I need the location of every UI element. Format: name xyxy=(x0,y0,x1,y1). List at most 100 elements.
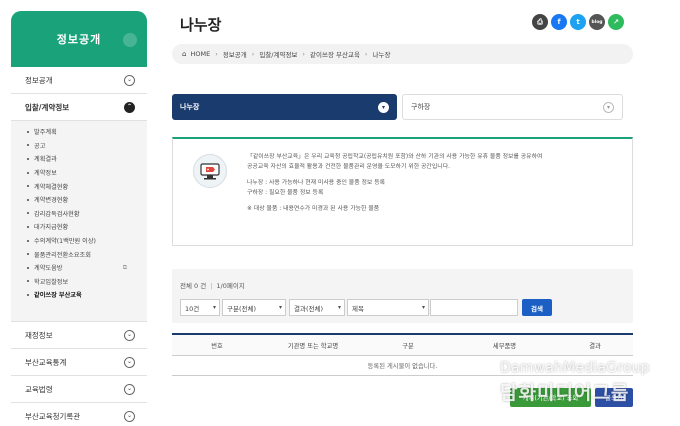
search-panel: 전체 0 건 | 1/0페이지 10건 ▾ 구분(전체) ▾ 결과(전체) ▾ 제목 ▾ 검… xyxy=(172,269,633,323)
watermark-text: 담화미디어그룹 xyxy=(500,382,630,404)
column-header: 결과 xyxy=(589,342,601,350)
chevron-down-icon: ⌄ xyxy=(124,383,135,395)
info-line: 공공교육 자산의 효율적 활용과 건전한 물품관리 운영을 도모하기 위한 공간… xyxy=(247,164,450,170)
submenu-label: 같이쓰장 부산교육 xyxy=(34,292,82,300)
page-title: 나누장 xyxy=(180,16,222,34)
external-link-icon: ⧉ xyxy=(122,263,127,271)
select-value: 구분(전체) xyxy=(227,304,256,313)
share-toolbar: ⎙ f t blog ↗ xyxy=(532,14,624,30)
sidebar-item-archive[interactable]: 부산교육청기록관 ⌄ xyxy=(11,403,147,426)
twitter-icon[interactable]: t xyxy=(570,14,586,30)
submenu-item-plan-result[interactable]: 계획결과 xyxy=(11,152,147,166)
bullet-icon xyxy=(27,185,29,188)
total-count: 전체 0 건 xyxy=(180,282,207,290)
submenu-item-contract-help[interactable]: 계약도움방 ⧉ xyxy=(11,261,147,275)
tab-share[interactable]: 나누장 ▾ xyxy=(172,94,397,120)
chevron-down-icon: ▾ xyxy=(212,304,216,311)
column-header: 기관명 또는 학교명 xyxy=(287,342,339,350)
submenu-label: 감리감독검사현황 xyxy=(34,210,80,218)
category-select[interactable]: 구분(전체) ▾ xyxy=(222,299,286,316)
chevron-down-icon: ▾ xyxy=(421,304,425,311)
chevron-down-icon: ⌄ xyxy=(124,74,135,86)
submenu-item-payment[interactable]: 대가지급현황 xyxy=(11,220,147,234)
breadcrumb-current[interactable]: 나누장 xyxy=(373,49,391,59)
submenu-label: 수의계약(1백만원 이상) xyxy=(34,238,96,246)
tab-label: 구하장 xyxy=(411,103,431,111)
search-field-select[interactable]: 제목 ▾ xyxy=(347,299,429,316)
sidebar-item-bid-contract[interactable]: 입찰/계약정보 ⌃ xyxy=(11,94,147,121)
table-header: 번호 기관명 또는 학교명 구분 세부품명 결과 xyxy=(172,333,633,356)
bullet-icon xyxy=(27,130,29,133)
sidebar-title: 정보공개 xyxy=(56,33,102,46)
page-indicator: 1/0페이지 xyxy=(216,282,245,290)
breadcrumb-item[interactable]: 정보공개 xyxy=(223,49,247,59)
submenu-label: 계획결과 xyxy=(34,156,57,164)
bullet-icon xyxy=(27,144,29,147)
submenu-item-notice[interactable]: 공고 xyxy=(11,139,147,153)
sidebar-item-law[interactable]: 교육법령 ⌄ xyxy=(11,376,147,403)
sidebar: 정보공개 정보공개 ⌄ 입찰/계약정보 ⌃ 발주계획 공고 계획결과 계약정보 … xyxy=(11,11,147,426)
info-line: 「같이쓰장 부산교육」은 우리 교육청 공립학교(공립유치원 포함)와 산하 기… xyxy=(247,154,543,160)
bullet-icon xyxy=(27,198,29,201)
select-value: 제목 xyxy=(352,304,364,313)
submenu-item-school-bid[interactable]: 학교입찰정보 xyxy=(11,275,147,289)
submenu-item-inspection[interactable]: 감리감독검사현황 xyxy=(11,207,147,221)
breadcrumb-home[interactable]: HOME xyxy=(190,50,210,58)
column-header: 구분 xyxy=(402,342,414,350)
submenu-item-order-plan[interactable]: 발주계획 xyxy=(11,125,147,139)
search-input[interactable] xyxy=(430,299,518,316)
chevron-down-icon: ▾ xyxy=(603,101,614,113)
chevron-down-icon: ⌄ xyxy=(124,329,135,341)
info-note: ※ 대상 물품 : 내용연수가 미경과 된 사용 가능한 물품 xyxy=(247,206,380,212)
breadcrumb-item[interactable]: 입찰/계약정보 xyxy=(259,49,297,59)
chevron-down-icon: ⌄ xyxy=(124,356,135,368)
column-header: 번호 xyxy=(211,342,223,350)
submenu-item-goods-transfer[interactable]: 물품관리전환소요조회 xyxy=(11,247,147,261)
sidebar-header: 정보공개 xyxy=(11,11,147,67)
submenu-item-private-contract[interactable]: 수의계약(1백만원 이상) xyxy=(11,234,147,248)
submenu-label: 계약체결현황 xyxy=(34,183,69,191)
search-button[interactable]: 검색 xyxy=(522,299,552,316)
select-value: 10건 xyxy=(185,304,200,313)
facebook-icon[interactable]: f xyxy=(551,14,567,30)
sidebar-item-statistics[interactable]: 부산교육통계 ⌄ xyxy=(11,349,147,376)
submenu-label: 대가지급현황 xyxy=(34,224,69,232)
result-count: 전체 0 건 | 1/0페이지 xyxy=(180,282,245,290)
breadcrumb-item[interactable]: 같이쓰장 부산교육 xyxy=(310,49,360,59)
info-definition: 구하장 : 필요한 물품 정보 등록 xyxy=(247,190,324,196)
chevron-down-icon: ▾ xyxy=(337,304,341,311)
page-size-select[interactable]: 10건 ▾ xyxy=(180,299,220,316)
tab-label: 나누장 xyxy=(180,103,200,111)
bullet-icon xyxy=(27,171,29,174)
tab-request[interactable]: 구하장 ▾ xyxy=(402,94,623,120)
bullet-icon xyxy=(27,253,29,256)
result-select[interactable]: 결과(전체) ▾ xyxy=(289,299,345,316)
blog-icon[interactable]: blog xyxy=(589,14,605,30)
sidebar-item-info-disclosure[interactable]: 정보공개 ⌄ xyxy=(11,67,147,94)
sidebar-item-label: 부산교육청기록관 xyxy=(25,411,81,421)
sidebar-item-label: 재정정보 xyxy=(25,330,53,340)
home-icon: ⌂ xyxy=(182,50,187,58)
info-definition: 나누장 : 사용 가능하나 현재 미사용 중인 물품 정보 등록 xyxy=(247,180,386,186)
bullet-icon xyxy=(27,239,29,242)
sidebar-item-label: 정보공개 xyxy=(25,75,53,85)
submenu-item-contract-info[interactable]: 계약정보 xyxy=(11,166,147,180)
info-text: 「같이쓰장 부산교육」은 우리 교육청 공립학교(공립유치원 포함)와 산하 기… xyxy=(247,152,627,214)
submenu-item-contract-change[interactable]: 계약변경현황 xyxy=(11,193,147,207)
submenu-label: 계약변경현황 xyxy=(34,197,69,205)
watermark-text: DamwahMediaGroup xyxy=(500,360,650,376)
submenu-item-contract-status[interactable]: 계약체결현황 xyxy=(11,179,147,193)
breadcrumb-separator-icon: › xyxy=(302,50,306,58)
breadcrumb-separator-icon: › xyxy=(364,50,368,58)
monitor-tag-icon xyxy=(193,154,227,188)
share-icon[interactable]: ↗ xyxy=(608,14,624,30)
sidebar-item-label: 부산교육통계 xyxy=(25,357,67,367)
submenu-label: 계약정보 xyxy=(34,170,57,178)
sidebar-item-label: 입찰/계약정보 xyxy=(25,102,70,112)
submenu-item-share-busan[interactable]: 같이쓰장 부산교육 xyxy=(11,288,147,302)
bullet-icon xyxy=(27,157,29,160)
sidebar-item-finance[interactable]: 재정정보 ⌄ xyxy=(11,322,147,349)
column-header: 세부품명 xyxy=(492,342,517,350)
bullet-icon xyxy=(27,293,29,296)
print-icon[interactable]: ⎙ xyxy=(532,14,548,30)
